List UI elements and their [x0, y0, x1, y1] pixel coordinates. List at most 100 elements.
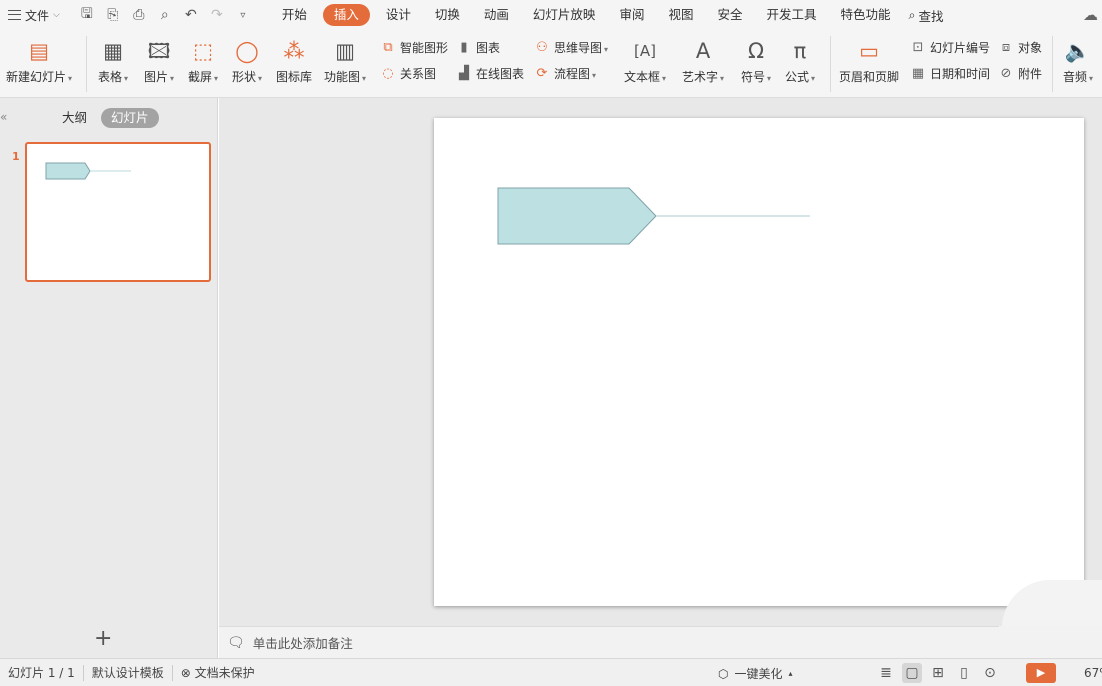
tab-developer[interactable]: 开发工具 — [754, 4, 828, 26]
chart-label: 图表 — [476, 41, 501, 55]
text-box-button[interactable]: [A] 文本框 — [622, 38, 668, 85]
tab-review[interactable]: 审阅 — [607, 4, 656, 26]
notes-toggle-icon[interactable]: ≣ — [876, 663, 896, 683]
search-label: 查找 — [918, 8, 944, 24]
slide-counter: 幻灯片 1 / 1 — [8, 666, 75, 680]
undo-icon[interactable]: ↶ — [182, 7, 200, 23]
add-slide-icon[interactable]: + — [94, 628, 112, 650]
smart-graphic-icon: ⧉ — [383, 39, 393, 55]
shape-label: 形状 — [232, 70, 262, 84]
notes-placeholder: 单击此处添加备注 — [252, 636, 353, 651]
calendar-icon: ▦ — [911, 65, 925, 81]
view-switcher: ≣ ▢ ⊞ ▯ ⊙ — [876, 663, 1000, 683]
relationship-button[interactable]: ◌ 关系图 — [380, 65, 436, 82]
tab-outline[interactable]: 大纲 — [56, 108, 93, 128]
presenter-view-icon[interactable]: ⊙ — [980, 663, 1000, 683]
print-icon[interactable]: ⎙ — [130, 7, 148, 23]
chevron-down-icon: ⌵ — [53, 10, 60, 20]
chart-button[interactable]: ▮ 图表 — [456, 39, 500, 56]
tab-animation[interactable]: 动画 — [472, 4, 521, 26]
beautify-button[interactable]: ⬡ 一键美化 ▴ — [718, 665, 793, 682]
slide-thumbnail[interactable] — [25, 142, 211, 282]
object-label: 对象 — [1018, 41, 1043, 55]
cloud-sync-icon[interactable]: ☁ — [1083, 6, 1098, 24]
function-chart-button[interactable]: ▥ 功能图 — [322, 38, 368, 85]
smart-graphic-label: 智能图形 — [400, 41, 449, 55]
header-footer-button[interactable]: ▭ 页眉和页脚 — [838, 38, 900, 85]
image-label: 图片 — [144, 70, 174, 84]
table-icon: ▦ — [103, 39, 123, 63]
search-icon: ⌕ — [908, 7, 916, 22]
object-button[interactable]: ⧈ 对象 — [998, 39, 1042, 56]
tab-security[interactable]: 安全 — [705, 4, 754, 26]
online-chart-button[interactable]: ▟ 在线图表 — [456, 65, 524, 82]
audio-label: 音频 — [1063, 70, 1093, 84]
beautify-label: 一键美化 — [734, 667, 783, 681]
icon-library-label: 图标库 — [275, 70, 312, 84]
icon-library-icon: ⁂ — [283, 39, 305, 63]
new-slide-icon: ▤ — [29, 39, 49, 63]
formula-label: 公式 — [785, 70, 815, 84]
header-footer-label: 页眉和页脚 — [838, 70, 899, 84]
image-icon: 🖾 — [147, 39, 171, 63]
zoom-level[interactable]: 67% — [1084, 666, 1102, 680]
relationship-icon: ◌ — [382, 65, 394, 81]
protection-status[interactable]: ⊗ 文档未保护 — [173, 664, 263, 681]
screenshot-label: 截屏 — [188, 70, 218, 84]
customize-icon[interactable]: ▿ — [234, 10, 252, 21]
tab-insert[interactable]: 插入 — [322, 4, 370, 26]
tab-slides[interactable]: 幻灯片 — [101, 108, 159, 128]
function-chart-label: 功能图 — [324, 70, 366, 84]
print-preview-icon[interactable]: ⌕ — [156, 7, 174, 23]
word-art-button[interactable]: A 艺术字 — [680, 38, 726, 85]
play-slideshow-button[interactable]: ▶ — [1026, 663, 1056, 683]
icon-library-button[interactable]: ⁂ 图标库 — [274, 38, 314, 85]
file-menu-label: 文件 — [25, 8, 50, 23]
thumbnail-arrow-shape — [45, 162, 91, 180]
file-menu[interactable]: 文件 ⌵ — [0, 0, 66, 30]
tab-slideshow[interactable]: 幻灯片放映 — [521, 4, 608, 26]
save-icon[interactable]: 🖫 — [78, 3, 96, 27]
shape-button[interactable]: ◯ 形状 — [228, 38, 266, 85]
template-name[interactable]: 默认设计模板 — [84, 664, 172, 681]
audio-button[interactable]: 🔈 音频 — [1058, 38, 1098, 85]
new-slide-button[interactable]: ▤ 新建幻灯片 — [4, 38, 74, 85]
smart-graphic-button[interactable]: ⧉ 智能图形 — [380, 39, 448, 56]
collapse-panel-icon[interactable]: « — [0, 110, 7, 124]
tab-home[interactable]: 开始 — [270, 4, 319, 26]
redo-icon[interactable]: ↷ — [208, 7, 226, 23]
tab-transitions[interactable]: 切换 — [423, 4, 472, 26]
pi-icon: π — [793, 39, 807, 63]
image-button[interactable]: 🖾 图片 — [140, 38, 178, 85]
tab-design[interactable]: 设计 — [374, 4, 423, 26]
slide-number-button[interactable]: ⊡ 幻灯片编号 — [910, 39, 990, 56]
symbol-button[interactable]: Ω 符号 — [738, 38, 774, 85]
tab-special-features[interactable]: 特色功能 — [829, 4, 903, 26]
attachment-button[interactable]: ⊘ 附件 — [998, 65, 1042, 82]
new-slide-label: 新建幻灯片 — [6, 70, 72, 84]
ribbon-divider — [1052, 36, 1053, 92]
notes-bar[interactable]: 🗨 单击此处添加备注 — [219, 626, 999, 658]
pentagon-arrow-shape[interactable] — [497, 187, 657, 245]
flowchart-button[interactable]: ⟳ 流程图 — [534, 65, 596, 82]
table-button[interactable]: ▦ 表格 — [94, 38, 132, 85]
slide-sorter-icon[interactable]: ⊞ — [928, 663, 948, 683]
online-chart-icon: ▟ — [459, 65, 469, 81]
mind-map-button[interactable]: ⚇ 思维导图 — [534, 39, 608, 56]
panel-view-tabs: 大纲 幻灯片 — [56, 108, 159, 128]
formula-button[interactable]: π 公式 — [782, 38, 818, 85]
screenshot-button[interactable]: ⬚ 截屏 — [184, 38, 222, 85]
slide-thumbnail-preview — [45, 162, 131, 180]
slide-content — [497, 187, 810, 245]
tab-view[interactable]: 视图 — [656, 4, 705, 26]
slide-canvas[interactable] — [434, 118, 1084, 606]
slide-number-icon: ⊡ — [912, 39, 924, 55]
mind-map-icon: ⚇ — [536, 39, 548, 55]
search-button[interactable]: ⌕ 查找 — [909, 6, 944, 25]
date-time-button[interactable]: ▦ 日期和时间 — [910, 65, 990, 82]
object-icon: ⧈ — [1001, 39, 1011, 55]
reading-view-icon[interactable]: ▯ — [954, 663, 974, 683]
normal-view-icon[interactable]: ▢ — [902, 663, 922, 683]
status-bar: 幻灯片 1 / 1 默认设计模板 ⊗ 文档未保护 ⬡ 一键美化 ▴ ≣ ▢ ⊞ … — [0, 658, 1102, 686]
export-icon[interactable]: ⎘ — [104, 7, 122, 23]
